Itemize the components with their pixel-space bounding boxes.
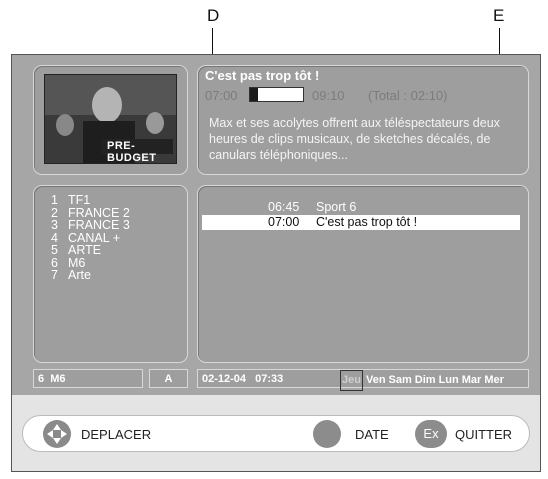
mode-indicator: A	[149, 369, 188, 388]
program-guide: 06:45 Sport 6 07:00 C'est pas trop tôt !	[202, 200, 520, 230]
program-end: 09:10	[312, 88, 345, 103]
move-label: DEPLACER	[81, 427, 152, 442]
date-label: DATE	[355, 427, 389, 442]
video-preview: PRE-BUDGET	[44, 74, 177, 164]
program-title: C'est pas trop tôt !	[205, 68, 320, 83]
program-description: Max et ses acolytes offrent aux téléspec…	[209, 116, 500, 162]
date-key-icon	[313, 420, 341, 448]
dpad-glyph	[47, 424, 67, 444]
program-start: 07:00	[205, 88, 238, 103]
guide-row[interactable]: 06:45 Sport 6	[202, 200, 520, 215]
program-total: (Total : 02:10)	[368, 88, 448, 103]
exit-key-icon: Ex	[415, 420, 447, 448]
day-mar[interactable]: Mar	[462, 371, 482, 390]
day-sam[interactable]: Sam	[389, 371, 412, 390]
preview-panel: PRE-BUDGET	[33, 65, 188, 175]
dpad-icon	[43, 420, 71, 448]
day-selector: Jeu Ven Sam Dim Lun Mar Mer	[340, 370, 507, 391]
epg-screen: PRE-BUDGET C'est pas trop tôt ! 07:00 09…	[11, 54, 541, 472]
channel-item[interactable]: 7 Arte	[51, 269, 130, 282]
channel-item[interactable]: 5 ARTE	[51, 244, 130, 257]
quit-button[interactable]: Ex QUITTER	[415, 416, 529, 453]
current-time: 07:33	[255, 373, 284, 385]
move-button[interactable]: DEPLACER	[43, 416, 193, 453]
day-lun[interactable]: Lun	[439, 371, 459, 390]
guide-row-selected[interactable]: 07:00 C'est pas trop tôt !	[202, 215, 520, 230]
callout-e: E	[493, 6, 505, 25]
preview-caption: PRE-BUDGET	[107, 140, 157, 164]
date-button[interactable]: DATE	[313, 416, 403, 453]
quit-label: QUITTER	[455, 427, 513, 442]
channel-list: 1 TF1 2 FRANCE 2 3 FRANCE 3 4 CANAL + 5 ARTE …	[51, 194, 130, 282]
day-mer[interactable]: Mer	[484, 371, 504, 390]
date-time-bar: 02-12-04 07:33 Jeu Ven Sam Dim Lun Mar Mer	[197, 369, 529, 391]
current-channel: 6 M6	[33, 369, 143, 388]
day-dim[interactable]: Dim	[415, 371, 436, 390]
day-ven[interactable]: Ven	[366, 371, 386, 390]
day-jeu[interactable]: Jeu	[340, 370, 363, 391]
program-times: 07:00 09:10 (Total : 02:10)	[205, 88, 448, 103]
action-bar: DEPLACER DATE Ex QUITTER	[22, 415, 530, 452]
current-date: 02-12-04	[202, 373, 247, 385]
progress-fill	[250, 88, 258, 101]
program-progress-bar	[249, 87, 304, 102]
callout-d: D	[207, 6, 220, 25]
